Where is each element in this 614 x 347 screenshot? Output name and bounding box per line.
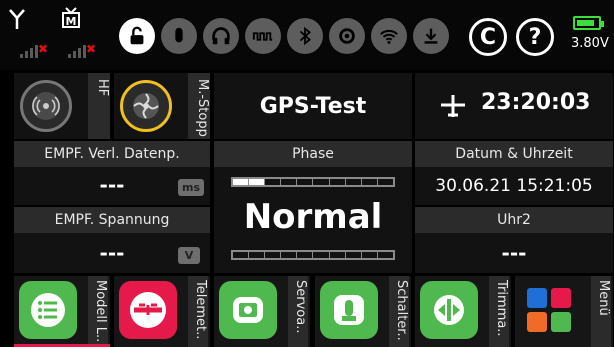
list-icon — [19, 281, 77, 339]
fan-icon — [133, 93, 159, 119]
app-label: Telemet.. — [188, 276, 208, 347]
download-icon[interactable] — [413, 18, 449, 54]
hf-toggle-button[interactable] — [20, 80, 72, 132]
model-name-panel[interactable]: GPS-Test — [214, 73, 412, 139]
hf-tile[interactable]: HF — [14, 73, 110, 139]
app-telemetry[interactable]: Telemet.. — [114, 276, 210, 347]
trim-icon — [420, 281, 478, 339]
app-switch[interactable]: Schalter.. — [315, 276, 411, 347]
timer2-header: Uhr2 — [415, 207, 613, 233]
wifi-icon[interactable] — [371, 18, 407, 54]
motor-stop-tile[interactable]: M.-Stopp — [114, 73, 210, 139]
datetime-panel[interactable]: Datum & Uhrzeit 30.06.21 15:21:05 — [415, 141, 613, 205]
app-menu[interactable]: Menü — [515, 276, 613, 347]
lock-icon[interactable] — [119, 18, 155, 54]
telemetry-icon — [119, 281, 177, 339]
headphones-icon[interactable] — [203, 18, 239, 54]
phase-progress-segment — [362, 179, 378, 185]
refresh-icon[interactable]: C — [469, 18, 507, 56]
clock-panel[interactable]: 23:20:03 — [415, 73, 613, 139]
servo-icon — [219, 281, 277, 339]
timer2-value: --- — [501, 241, 527, 265]
bluetooth-icon[interactable] — [287, 18, 323, 54]
phase-progress-segment — [330, 179, 346, 185]
phase-panel[interactable]: Phase Normal — [214, 141, 412, 273]
phase-name: Normal — [243, 197, 383, 237]
signal-wave-icon[interactable] — [245, 18, 281, 54]
antenna-icon — [8, 8, 26, 34]
model-name: GPS-Test — [259, 93, 367, 119]
app-servo[interactable]: Servoa.. — [214, 276, 310, 347]
app-model-list[interactable]: Modell L.. — [14, 276, 110, 347]
motor-stop-button[interactable] — [120, 80, 172, 132]
phase-progress-segment — [233, 179, 250, 185]
app-label: Menü — [591, 276, 611, 347]
phase-progress-segment — [346, 179, 362, 185]
datetime-value: 30.06.21 15:21:05 — [435, 176, 593, 196]
microphone-icon[interactable] — [161, 18, 197, 54]
phase-progress-segment — [265, 179, 282, 185]
app-label: Schalter.. — [389, 276, 409, 347]
app-label: Modell L.. — [88, 276, 108, 347]
status-bar: ✖ M ✖ C ? 3.80V — [0, 0, 614, 70]
receiver-signal-bars — [68, 40, 86, 58]
app-label: Servoa.. — [288, 276, 308, 347]
menu-grid-icon — [520, 281, 578, 339]
receiver-voltage-panel[interactable]: EMPF. Spannung --- V — [14, 207, 210, 273]
unit-badge: ms — [178, 179, 204, 196]
settings-target-icon[interactable] — [329, 18, 365, 54]
help-icon[interactable]: ? — [516, 18, 554, 56]
battery-voltage: 3.80V — [571, 36, 609, 51]
app-label: Trimma.. — [489, 276, 509, 347]
phase-header: Phase — [214, 141, 412, 167]
phase-progress-segment — [378, 179, 393, 185]
unit-badge: V — [178, 247, 200, 264]
phase-progress-segment — [249, 179, 266, 185]
phase-progress-bar-bottom — [231, 250, 395, 260]
radio-signal-icon — [32, 92, 60, 120]
svg-text:M: M — [66, 15, 77, 28]
switch-icon — [320, 281, 378, 339]
phase-progress-segment — [281, 179, 298, 185]
app-trim[interactable]: Trimma.. — [415, 276, 511, 347]
hf-label: HF — [88, 73, 110, 139]
clock-time: 23:20:03 — [481, 90, 591, 115]
phase-progress-bar — [231, 177, 395, 187]
airplane-icon — [441, 95, 465, 117]
motor-stop-label: M.-Stopp — [188, 73, 210, 139]
phase-progress-segment — [297, 179, 314, 185]
receiver-loss-header: EMPF. Verl. Datenp. — [14, 141, 210, 167]
receiver-loss-panel[interactable]: EMPF. Verl. Datenp. --- ms — [14, 141, 210, 205]
datetime-header: Datum & Uhrzeit — [415, 141, 613, 167]
timer2-panel[interactable]: Uhr2 --- — [415, 207, 613, 273]
phase-progress-segment — [313, 179, 330, 185]
no-signal-icon: ✖ — [86, 42, 97, 56]
receiver-icon: M — [60, 6, 82, 36]
receiver-voltage-header: EMPF. Spannung — [14, 207, 210, 233]
battery-icon — [573, 16, 604, 30]
no-signal-icon: ✖ — [38, 42, 49, 56]
transmitter-signal-bars — [20, 40, 38, 58]
